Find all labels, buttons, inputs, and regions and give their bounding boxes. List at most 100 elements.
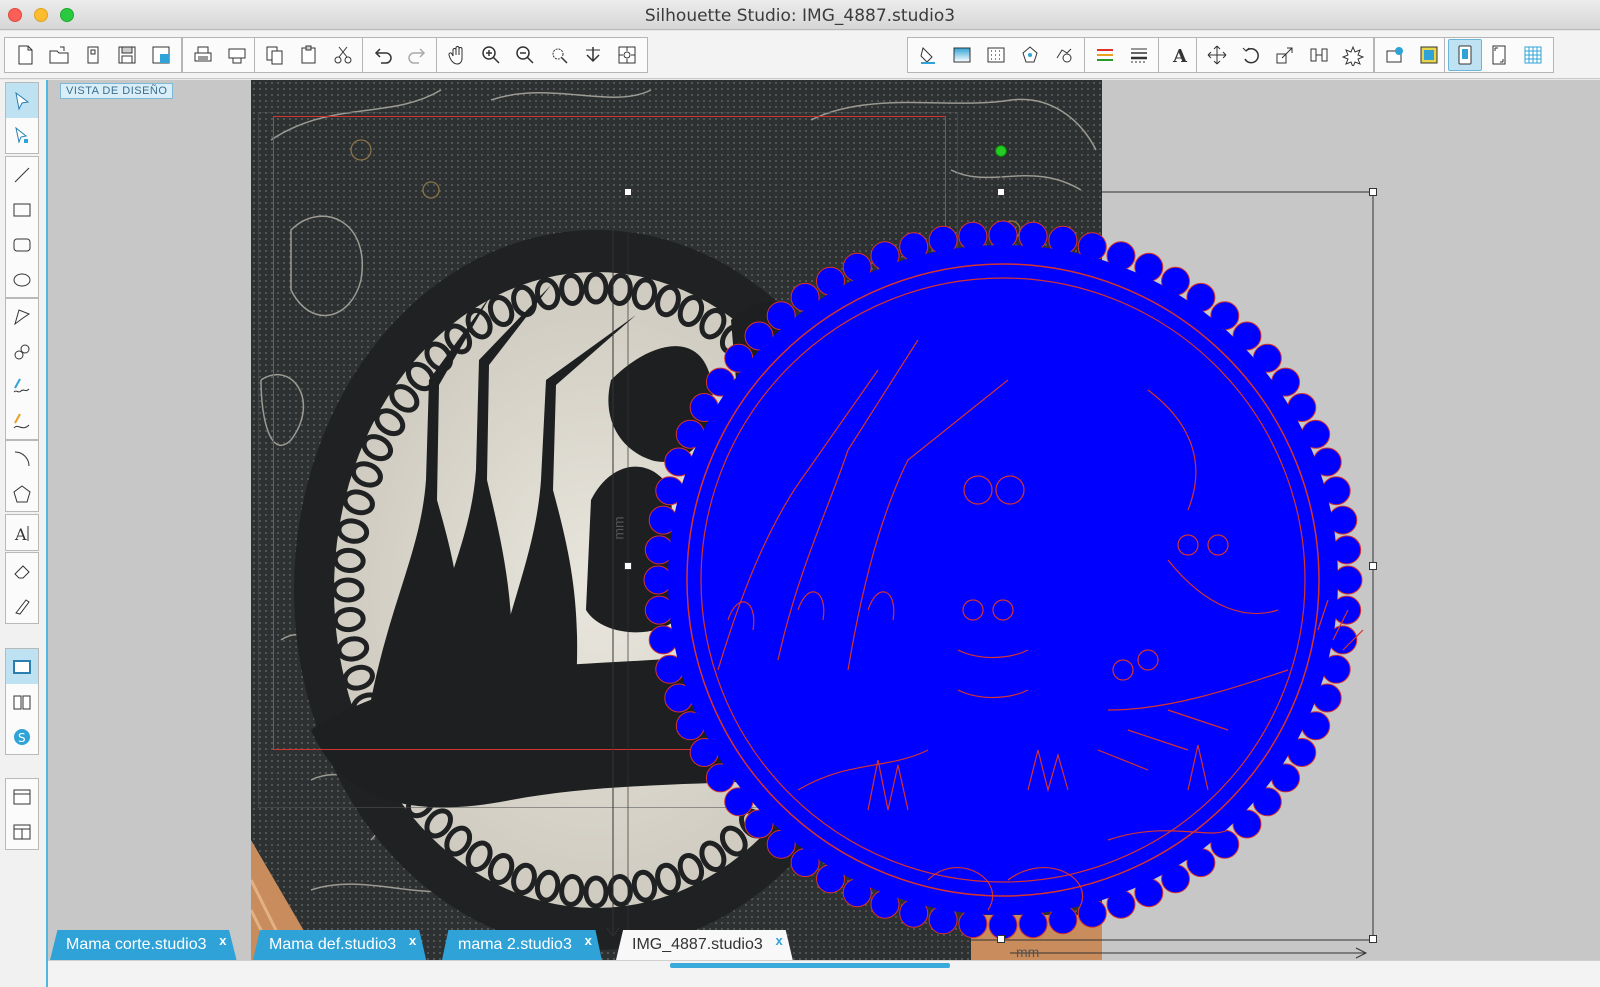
cut-icon[interactable] [326,39,360,71]
copy-icon[interactable] [258,39,292,71]
knife-tool-icon[interactable] [6,588,38,623]
document-tab-bar: Mama corte.studio3 x Mama def.studio3 x … [48,930,1600,960]
panel-toolbar-group [1444,37,1554,73]
tab-label: Mama corte.studio3 [66,936,207,953]
text-style-icon[interactable]: A [1162,39,1196,71]
panel-layout-group [5,778,39,850]
line-toolbar-group [1084,37,1160,73]
library-toolbar-group [1374,37,1450,73]
open-icon[interactable] [42,39,76,71]
print-icon[interactable] [186,39,220,71]
send-to-cutter-icon[interactable] [220,39,254,71]
save-to-library-icon[interactable] [144,39,178,71]
path-tools-group [5,298,39,440]
style-toolbar-group [907,37,1085,73]
redo-icon[interactable] [400,39,434,71]
rectangle-tool-icon[interactable] [6,192,38,227]
fill-pattern-icon[interactable] [979,39,1013,71]
registration-icon[interactable] [1482,39,1516,71]
tab-mama-corte[interactable]: Mama corte.studio3 x [50,930,237,960]
regular-polygon-tool-icon[interactable] [6,476,38,511]
select-tool-icon[interactable] [6,83,38,118]
polygon-tool-icon[interactable] [6,299,38,334]
zoom-selection-icon[interactable] [542,39,576,71]
new-document-icon[interactable] [8,39,42,71]
print-toolbar-group [182,37,258,73]
svg-text:A: A [14,525,27,544]
split-panel-icon[interactable] [6,814,38,849]
replicate-icon[interactable] [1336,39,1370,71]
single-panel-icon[interactable] [6,779,38,814]
scrollbar-thumb[interactable] [670,963,950,968]
gradient-icon[interactable] [945,39,979,71]
pan-icon[interactable] [440,39,474,71]
ellipse-tool-icon[interactable] [6,262,38,297]
point-edit-tool-icon[interactable] [6,118,38,153]
design-view-icon[interactable] [6,649,38,684]
grid-icon[interactable] [1516,39,1550,71]
eraser-tool-icon[interactable] [6,553,38,588]
tab-close-icon[interactable]: x [219,933,226,948]
line-style-bars-icon[interactable] [1122,39,1156,71]
move-icon[interactable] [1200,39,1234,71]
tab-close-icon[interactable]: x [409,933,416,948]
align-icon[interactable] [1302,39,1336,71]
view-toolbar-group [436,37,648,73]
window-title: Silhouette Studio: IMG_4887.studio3 [644,6,956,26]
arc-tool-icon[interactable] [6,441,38,476]
freehand-tool-icon[interactable] [6,369,38,404]
undo-icon[interactable] [366,39,400,71]
view-mode-group: S [5,648,39,755]
line-color-stripes-icon[interactable] [1088,39,1122,71]
page-setup-icon[interactable] [1448,39,1482,71]
tab-close-icon[interactable]: x [585,933,592,948]
fill-color-icon[interactable] [911,39,945,71]
resize-handle-top-right[interactable] [1369,188,1377,196]
resize-handle-middle-right[interactable] [1369,562,1377,570]
resize-handle-middle-left[interactable] [624,562,632,570]
rounded-rectangle-tool-icon[interactable] [6,227,38,262]
transform-toolbar-group [1196,37,1374,73]
library-view-icon[interactable] [6,684,38,719]
horizontal-scrollbar[interactable] [48,960,1600,987]
select-tools-group [5,82,39,154]
tab-img-4887[interactable]: IMG_4887.studio3 x [616,930,793,960]
rotate-icon[interactable] [1234,39,1268,71]
store-view-icon[interactable]: S [6,719,38,754]
rotate-handle[interactable] [995,145,1007,157]
new-page-icon[interactable] [76,39,110,71]
line-tool-icon[interactable] [6,157,38,192]
line-color-icon[interactable] [1013,39,1047,71]
title-bar: Silhouette Studio: IMG_4887.studio3 [0,0,1600,30]
curve-tool-icon[interactable] [6,334,38,369]
file-toolbar-group [4,37,182,73]
resize-handle-top-left[interactable] [624,188,632,196]
selection-bounding-box[interactable] [608,140,1388,960]
library-icon[interactable] [1378,39,1412,71]
fit-page-icon[interactable] [576,39,610,71]
resize-handle-top-middle[interactable] [997,188,1005,196]
tab-mama-2[interactable]: mama 2.studio3 x [442,930,602,960]
tab-label: IMG_4887.studio3 [632,936,763,953]
height-dimension-label: mm [610,516,627,540]
main-toolbar: A [0,31,1600,79]
store-icon[interactable] [1412,39,1446,71]
text-tool-icon[interactable]: A [6,515,38,550]
edit-tools-group [5,552,39,624]
tab-close-icon[interactable]: x [776,933,783,948]
paste-icon[interactable] [292,39,326,71]
text-tools-group: A [5,514,39,551]
clipboard-toolbar-group [254,37,364,73]
scale-icon[interactable] [1268,39,1302,71]
silhouette-studio-window: Silhouette Studio: IMG_4887.studio3 A A … [0,0,1600,987]
tab-label: mama 2.studio3 [458,936,572,953]
draw-tools-group [5,156,39,298]
zoom-out-icon[interactable] [508,39,542,71]
design-canvas[interactable]: VISTA DE DISEÑO mm mm [48,80,1600,960]
tab-mama-def[interactable]: Mama def.studio3 x [253,930,427,960]
smooth-freehand-tool-icon[interactable] [6,404,38,439]
line-style-icon[interactable] [1047,39,1081,71]
zoom-fit-icon[interactable] [610,39,644,71]
zoom-in-icon[interactable] [474,39,508,71]
save-icon[interactable] [110,39,144,71]
